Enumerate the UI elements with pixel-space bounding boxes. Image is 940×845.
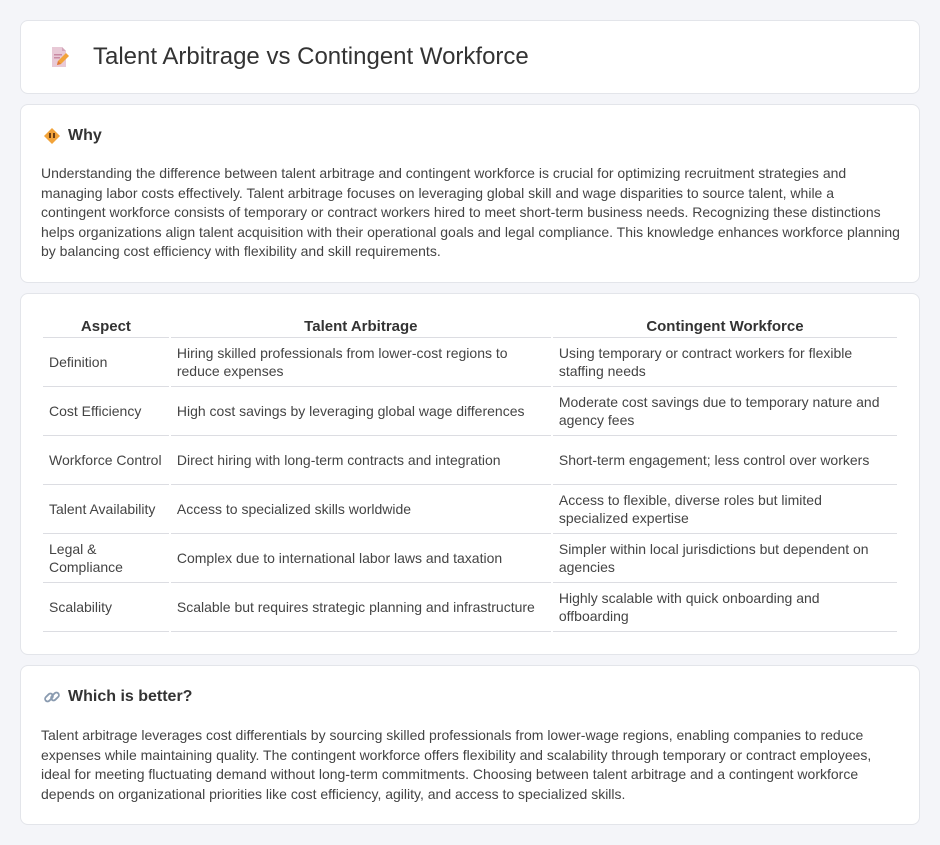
cell-talent-arbitrage: Hiring skilled professionals from lower-… — [170, 338, 551, 387]
cell-contingent-workforce: Short-term engagement; less control over… — [552, 436, 897, 485]
header-aspect: Aspect — [43, 316, 169, 338]
why-section: Why Understanding the difference between… — [20, 104, 920, 283]
link-icon — [44, 691, 60, 703]
table-row: Scalability Scalable but requires strate… — [43, 583, 897, 632]
warning-diamond-icon — [44, 128, 60, 144]
cell-contingent-workforce: Simpler within local jurisdictions but d… — [552, 534, 897, 583]
cell-aspect: Definition — [43, 338, 169, 387]
cell-aspect: Cost Efficiency — [43, 387, 169, 436]
table-row: Cost Efficiency High cost savings by lev… — [43, 387, 897, 436]
cell-aspect: Workforce Control — [43, 436, 169, 485]
cell-aspect: Scalability — [43, 583, 169, 632]
why-heading-row: Why — [43, 127, 102, 145]
table-header-row: Aspect Talent Arbitrage Contingent Workf… — [43, 316, 897, 338]
page-title: Talent Arbitrage vs Contingent Workforce — [93, 43, 529, 70]
cell-contingent-workforce: Access to flexible, diverse roles but li… — [552, 485, 897, 534]
table-row: Definition Hiring skilled professionals … — [43, 338, 897, 387]
cell-talent-arbitrage: Access to specialized skills worldwide — [170, 485, 551, 534]
why-text: Understanding the difference between tal… — [41, 165, 900, 259]
better-text: Talent arbitrage leverages cost differen… — [41, 727, 872, 802]
cell-talent-arbitrage: Complex due to international labor laws … — [170, 534, 551, 583]
title-card: Talent Arbitrage vs Contingent Workforce — [20, 20, 920, 94]
better-heading-row: Which is better? — [43, 688, 192, 706]
comparison-table: Aspect Talent Arbitrage Contingent Workf… — [41, 316, 899, 632]
cell-contingent-workforce: Highly scalable with quick onboarding an… — [552, 583, 897, 632]
header-contingent-workforce: Contingent Workforce — [552, 316, 897, 338]
cell-aspect: Legal & Compliance — [43, 534, 169, 583]
cell-talent-arbitrage: Direct hiring with long-term contracts a… — [170, 436, 551, 485]
why-heading: Why — [68, 127, 102, 144]
which-is-better-section: Which is better? Talent arbitrage levera… — [20, 665, 920, 825]
better-heading: Which is better? — [68, 688, 193, 705]
cell-talent-arbitrage: Scalable but requires strategic planning… — [170, 583, 551, 632]
header-talent-arbitrage: Talent Arbitrage — [170, 316, 551, 338]
cell-contingent-workforce: Using temporary or contract workers for … — [552, 338, 897, 387]
cell-talent-arbitrage: High cost savings by leveraging global w… — [170, 387, 551, 436]
comparison-section: Aspect Talent Arbitrage Contingent Workf… — [20, 293, 920, 655]
table-row: Workforce Control Direct hiring with lon… — [43, 436, 897, 485]
table-row: Legal & Compliance Complex due to intern… — [43, 534, 897, 583]
document-edit-icon — [52, 47, 69, 67]
cell-aspect: Talent Availability — [43, 485, 169, 534]
table-row: Talent Availability Access to specialize… — [43, 485, 897, 534]
cell-contingent-workforce: Moderate cost savings due to temporary n… — [552, 387, 897, 436]
